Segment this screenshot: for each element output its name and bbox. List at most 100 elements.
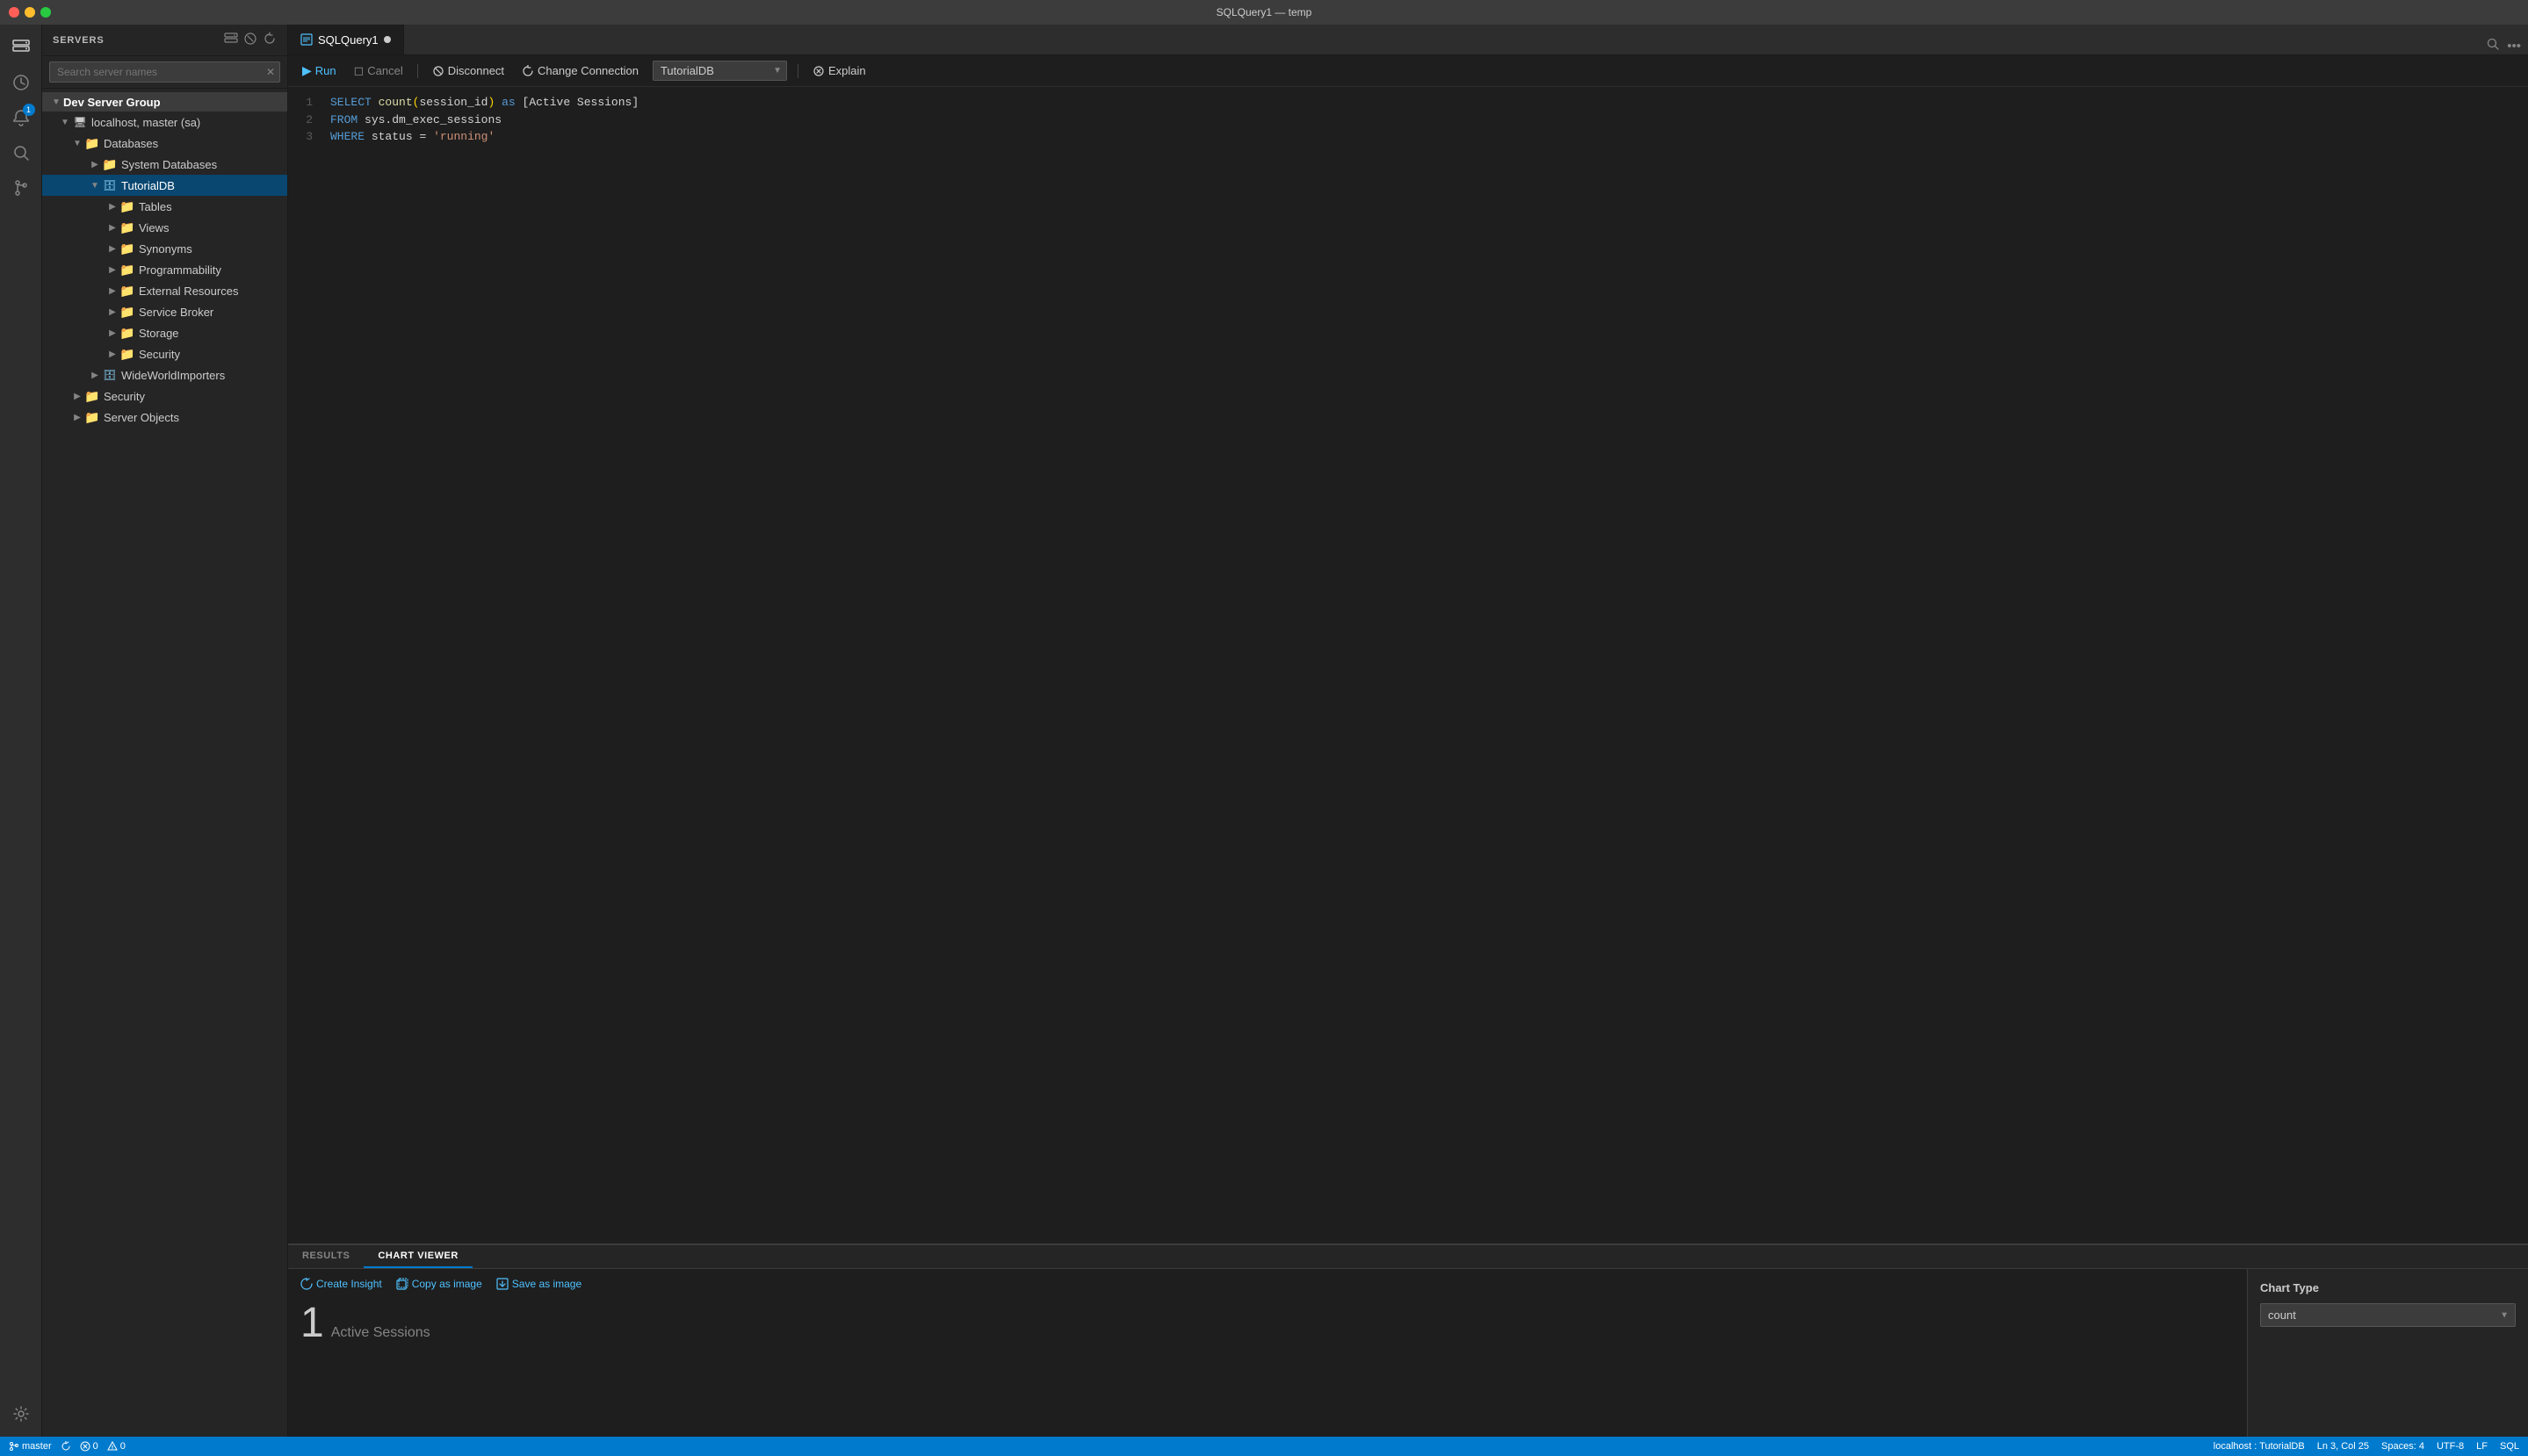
spaces-status[interactable]: Spaces: 4: [2381, 1441, 2424, 1452]
server-tree: ▼ Dev Server Group ▼ 🖥 localhost, master…: [42, 89, 287, 1437]
sidebar-item-notifications[interactable]: 1: [5, 102, 37, 133]
tab-results[interactable]: RESULTS: [288, 1245, 364, 1268]
explain-label: Explain: [828, 64, 866, 77]
copy-as-image-button[interactable]: Copy as image: [396, 1278, 482, 1290]
tree-external-resources[interactable]: ▶ 📁 External Resources: [42, 280, 287, 301]
result-count-value: 1: [300, 1299, 324, 1347]
clear-search-icon[interactable]: ✕: [266, 66, 275, 78]
more-actions-icon[interactable]: •••: [2507, 39, 2521, 54]
connection-status[interactable]: localhost : TutorialDB: [2214, 1441, 2305, 1452]
tree-tutorialdb[interactable]: ▼ 🗄 TutorialDB: [42, 175, 287, 196]
sidebar-item-git[interactable]: [5, 172, 37, 204]
synonyms-arrow-icon: ▶: [105, 241, 119, 256]
external-resources-arrow-icon: ▶: [105, 284, 119, 298]
git-branch-status[interactable]: master: [9, 1441, 52, 1452]
explain-button[interactable]: Explain: [809, 62, 870, 79]
sidebar-title: SERVERS: [53, 35, 105, 46]
tree-storage[interactable]: ▶ 📁 Storage: [42, 322, 287, 343]
server-icon: 🖥: [72, 114, 88, 130]
server-icon: [11, 38, 31, 57]
tree-service-broker[interactable]: ▶ 📁 Service Broker: [42, 301, 287, 322]
line-ending-status[interactable]: LF: [2476, 1441, 2488, 1452]
minimize-button[interactable]: [25, 7, 35, 18]
views-arrow-icon: ▶: [105, 220, 119, 234]
code-line-1: SELECT count(session_id) as [Active Sess…: [330, 94, 2521, 112]
db-selector[interactable]: TutorialDB master WideWorldImporters ▼: [653, 61, 787, 81]
tree-server-security[interactable]: ▶ 📁 Security: [42, 386, 287, 407]
maximize-button[interactable]: [40, 7, 51, 18]
errors-label: 0: [93, 1441, 98, 1452]
run-button[interactable]: ▶ Run: [299, 61, 340, 80]
warnings-status[interactable]: 0: [107, 1441, 126, 1452]
copy-as-image-label: Copy as image: [412, 1278, 482, 1290]
tree-server-localhost[interactable]: ▼ 🖥 localhost, master (sa): [42, 112, 287, 133]
db-dropdown[interactable]: TutorialDB master WideWorldImporters: [653, 61, 787, 81]
sidebar-item-search[interactable]: [5, 137, 37, 169]
chart-type-select[interactable]: count bar line pie scatter: [2260, 1303, 2516, 1327]
folder-icon: 📁: [119, 262, 135, 278]
folder-icon: 📁: [119, 304, 135, 320]
search-tab-icon[interactable]: [2486, 37, 2500, 54]
disconnect-icon[interactable]: [243, 32, 257, 48]
change-connection-button[interactable]: Change Connection: [518, 62, 642, 79]
folder-icon: 📁: [119, 220, 135, 235]
new-connection-icon[interactable]: [224, 32, 238, 48]
tab-bar-actions: •••: [2479, 37, 2528, 54]
tree-group-dev-server[interactable]: ▼ Dev Server Group: [42, 92, 287, 112]
save-as-image-button[interactable]: Save as image: [496, 1278, 581, 1290]
tree-server-objects[interactable]: ▶ 📁 Server Objects: [42, 407, 287, 428]
cursor-label: Ln 3, Col 25: [2317, 1441, 2369, 1452]
disconnect-button[interactable]: Disconnect: [429, 62, 508, 79]
sidebar-header-actions: [224, 32, 277, 48]
chart-type-select-wrap[interactable]: count bar line pie scatter ▼: [2260, 1303, 2516, 1327]
errors-status[interactable]: 0: [80, 1441, 98, 1452]
tree-programmability[interactable]: ▶ 📁 Programmability: [42, 259, 287, 280]
sql-file-icon: [300, 33, 313, 46]
search-input[interactable]: [49, 61, 280, 83]
tree-system-databases[interactable]: ▶ 📁 System Databases: [42, 154, 287, 175]
cursor-position-status[interactable]: Ln 3, Col 25: [2317, 1441, 2369, 1452]
tab-label: SQLQuery1: [318, 33, 379, 47]
server-objects-arrow-icon: ▶: [70, 410, 84, 424]
window-title: SQLQuery1 — temp: [1217, 6, 1312, 18]
code-line-3: WHERE status = 'running': [330, 128, 2521, 146]
results-tabs: RESULTS CHART VIEWER: [288, 1245, 2528, 1269]
cancel-icon: ◻: [354, 63, 365, 78]
tab-modified-dot: [384, 36, 391, 43]
database-icon: 🗄: [102, 177, 118, 193]
history-icon: [12, 74, 30, 91]
query-toolbar: ▶ Run ◻ Cancel Disconnect Chang: [288, 55, 2528, 87]
settings-button[interactable]: [5, 1398, 37, 1430]
language-label: SQL: [2500, 1441, 2519, 1452]
window-controls[interactable]: [9, 7, 51, 18]
error-icon: [80, 1441, 90, 1452]
tutorialdb-label: TutorialDB: [121, 179, 175, 192]
create-insight-button[interactable]: Create Insight: [300, 1278, 382, 1290]
toolbar-sep-1: [417, 64, 418, 78]
group-arrow-icon: ▼: [49, 95, 63, 109]
tree-synonyms[interactable]: ▶ 📁 Synonyms: [42, 238, 287, 259]
tab-sqlquery1[interactable]: SQLQuery1: [288, 25, 404, 54]
tab-bar: SQLQuery1 •••: [288, 25, 2528, 55]
language-status[interactable]: SQL: [2500, 1441, 2519, 1452]
code-content[interactable]: SELECT count(session_id) as [Active Sess…: [323, 94, 2528, 1236]
search-icon: [12, 144, 30, 162]
tree-tables[interactable]: ▶ 📁 Tables: [42, 196, 287, 217]
wwi-label: WideWorldImporters: [121, 369, 225, 382]
folder-icon: 📁: [102, 156, 118, 172]
close-button[interactable]: [9, 7, 19, 18]
tree-wideworldimporters[interactable]: ▶ 🗄 WideWorldImporters: [42, 364, 287, 386]
cancel-button[interactable]: ◻ Cancel: [350, 61, 407, 80]
tree-databases[interactable]: ▼ 📁 Databases: [42, 133, 287, 154]
encoding-status[interactable]: UTF-8: [2437, 1441, 2464, 1452]
tab-chart-viewer[interactable]: CHART VIEWER: [364, 1245, 473, 1268]
refresh-icon[interactable]: [263, 32, 277, 48]
server-label: localhost, master (sa): [91, 116, 200, 129]
sidebar-item-history[interactable]: [5, 67, 37, 98]
sync-status[interactable]: [61, 1441, 71, 1452]
tree-views[interactable]: ▶ 📁 Views: [42, 217, 287, 238]
sidebar-item-servers[interactable]: [5, 32, 37, 63]
wwi-arrow-icon: ▶: [88, 368, 102, 382]
code-editor[interactable]: 1 2 3 SELECT count(session_id) as [Activ…: [288, 87, 2528, 1243]
tree-db-security[interactable]: ▶ 📁 Security: [42, 343, 287, 364]
